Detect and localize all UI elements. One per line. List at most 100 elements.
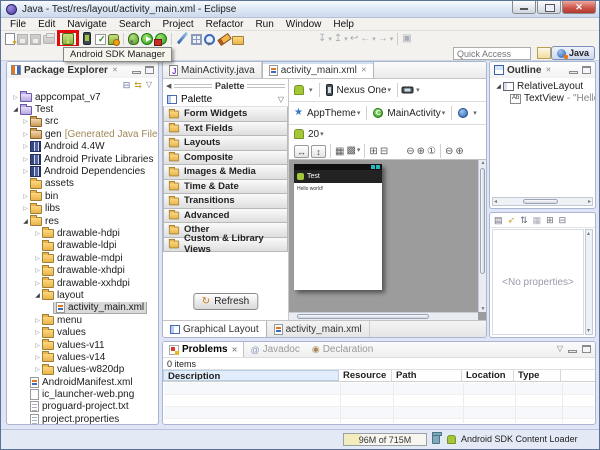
column-description[interactable]: Description [163, 370, 339, 381]
tree-item[interactable]: drawable-ldpi [7, 240, 158, 252]
tree-item[interactable]: Android 4.4W [7, 141, 158, 153]
expand-all-icon[interactable]: ⊞ [546, 215, 554, 226]
expander-icon[interactable] [33, 280, 42, 287]
tree-item-selected[interactable]: activity_main.xml [7, 302, 158, 314]
menu-file[interactable]: File [4, 18, 32, 31]
zoom-100-icon[interactable]: ① [427, 146, 436, 157]
expander-icon[interactable] [21, 168, 30, 175]
menu-project[interactable]: Project [157, 18, 200, 31]
expander-icon[interactable] [21, 205, 30, 212]
tree-item[interactable]: gen[Generated Java Files] [7, 128, 158, 140]
tree-item[interactable]: values-v14 [7, 351, 158, 363]
new-xml-file-icon[interactable] [95, 34, 106, 45]
tree-item[interactable]: libs [7, 203, 158, 215]
orientation-icon[interactable] [402, 87, 414, 94]
theme-selector[interactable]: AppTheme [307, 108, 360, 119]
tree-item[interactable]: assets [7, 178, 158, 190]
palette-category-images-media[interactable]: Images & Media [163, 165, 288, 180]
tab-mainactivity-java[interactable]: MainActivity.java [163, 62, 262, 78]
maximize-view-icon[interactable] [582, 66, 591, 74]
tree-item[interactable]: appcompat_v7 [7, 91, 158, 103]
tree-item[interactable]: values-w820dp [7, 364, 158, 376]
tree-item[interactable]: drawable-hdpi [7, 227, 158, 239]
tab-activity-main-xml[interactable]: activity_main.xml ✕ [262, 62, 374, 78]
zoom-real-size-icon[interactable]: ⊟ [380, 145, 388, 158]
refresh-button[interactable]: ↻ Refresh [193, 293, 258, 310]
expander-icon[interactable] [11, 106, 20, 113]
tab-problems[interactable]: Problems ✕ [163, 342, 244, 357]
tree-item[interactable]: values [7, 326, 158, 338]
close-view-icon[interactable]: ✕ [232, 346, 238, 354]
run-icon[interactable] [141, 33, 153, 45]
print-icon[interactable] [43, 35, 55, 44]
view-menu-icon[interactable]: ▽ [557, 344, 563, 353]
heap-status[interactable]: 96M of 715M [343, 433, 427, 446]
back-icon[interactable]: ← [360, 33, 370, 44]
minimize-view-icon[interactable] [569, 71, 578, 74]
pencil-icon[interactable] [176, 32, 189, 45]
expander-icon[interactable] [21, 193, 30, 200]
collapse-all-icon[interactable]: ⊟ [123, 80, 131, 90]
api-level-selector[interactable]: 20 [308, 129, 324, 140]
outline-horizontal-scrollbar[interactable] [492, 197, 593, 206]
search-icon[interactable] [217, 32, 230, 45]
device-selector[interactable]: Nexus One [337, 85, 392, 96]
snap-options-icon[interactable]: ▩ [346, 144, 360, 157]
tree-item[interactable]: Android Dependencies [7, 165, 158, 177]
palette-category-advanced[interactable]: Advanced [163, 209, 288, 224]
outline-item-relativelayout[interactable]: RelativeLayout [490, 80, 595, 92]
quick-access-input[interactable] [453, 47, 531, 60]
tab-activity-main-xml-source[interactable]: activity_main.xml [267, 321, 370, 337]
forward-icon[interactable]: → [378, 33, 388, 44]
tree-item[interactable]: ic_launcher-web.png [7, 388, 158, 400]
expander-icon[interactable] [33, 255, 42, 262]
menu-refactor[interactable]: Refactor [200, 18, 250, 31]
expander-icon[interactable] [33, 317, 42, 324]
close-button[interactable] [562, 1, 596, 14]
palette-category-form-widgets[interactable]: Form Widgets [163, 107, 288, 122]
expander-icon[interactable] [494, 83, 503, 90]
link-with-editor-icon[interactable]: ⇆ [134, 80, 142, 90]
menu-run[interactable]: Run [249, 18, 279, 31]
column-type[interactable]: Type [514, 370, 561, 381]
next-annotation-icon[interactable]: ↧ [318, 33, 326, 44]
fill-width-toggle[interactable]: ↔ [294, 145, 309, 158]
tree-item[interactable]: layout [7, 289, 158, 301]
tree-item[interactable]: AndroidManifest.xml [7, 376, 158, 388]
canvas-horizontal-scrollbar[interactable] [289, 312, 478, 320]
design-canvas[interactable]: Test Hello world! [289, 160, 486, 320]
sort-alphabetically-icon[interactable]: ⇅ [520, 215, 528, 226]
palette-category-composite[interactable]: Composite [163, 151, 288, 166]
zoom-to-fit-icon[interactable]: ⊞ [369, 145, 377, 158]
expander-icon[interactable] [21, 118, 30, 125]
close-tab-icon[interactable]: ✕ [361, 66, 367, 74]
minimize-view-icon[interactable] [568, 350, 577, 353]
fill-height-toggle[interactable]: ↕ [311, 145, 326, 158]
expander-icon[interactable] [21, 218, 30, 225]
activity-selector[interactable]: MainActivity [387, 108, 445, 119]
locale-icon[interactable] [458, 108, 468, 118]
view-menu-icon[interactable]: ▽ [146, 80, 152, 90]
grid-icon[interactable] [191, 34, 202, 45]
save-all-icon[interactable] [30, 34, 41, 45]
palette-menu-icon[interactable]: ▽ [278, 95, 284, 104]
show-advanced-icon[interactable]: ▦ [533, 215, 542, 226]
palette-category-time-date[interactable]: Time & Date [163, 180, 288, 195]
column-path[interactable]: Path [392, 370, 462, 381]
android-sdk-manager-icon[interactable] [62, 33, 74, 45]
collapse-all-icon[interactable]: ⊟ [559, 215, 567, 226]
external-tools-icon[interactable] [155, 33, 167, 45]
zoom-out-small-icon[interactable]: ⊖ [445, 146, 453, 157]
zoom-out-icon[interactable]: ⊖ [406, 146, 414, 157]
pin-editor-icon[interactable]: ▣ [402, 33, 411, 44]
expander-icon[interactable] [21, 156, 30, 163]
outline-title[interactable]: Outline [507, 65, 541, 76]
tree-item[interactable]: drawable-xxhdpi [7, 277, 158, 289]
tree-item[interactable]: src [7, 116, 158, 128]
expander-icon[interactable] [11, 94, 20, 101]
menu-search[interactable]: Search [113, 18, 157, 31]
show-grid-icon[interactable]: ▦ [335, 145, 344, 158]
column-resource[interactable]: Resource [339, 370, 392, 381]
tab-graphical-layout[interactable]: Graphical Layout [163, 321, 267, 337]
close-view-icon[interactable]: ✕ [112, 66, 118, 74]
